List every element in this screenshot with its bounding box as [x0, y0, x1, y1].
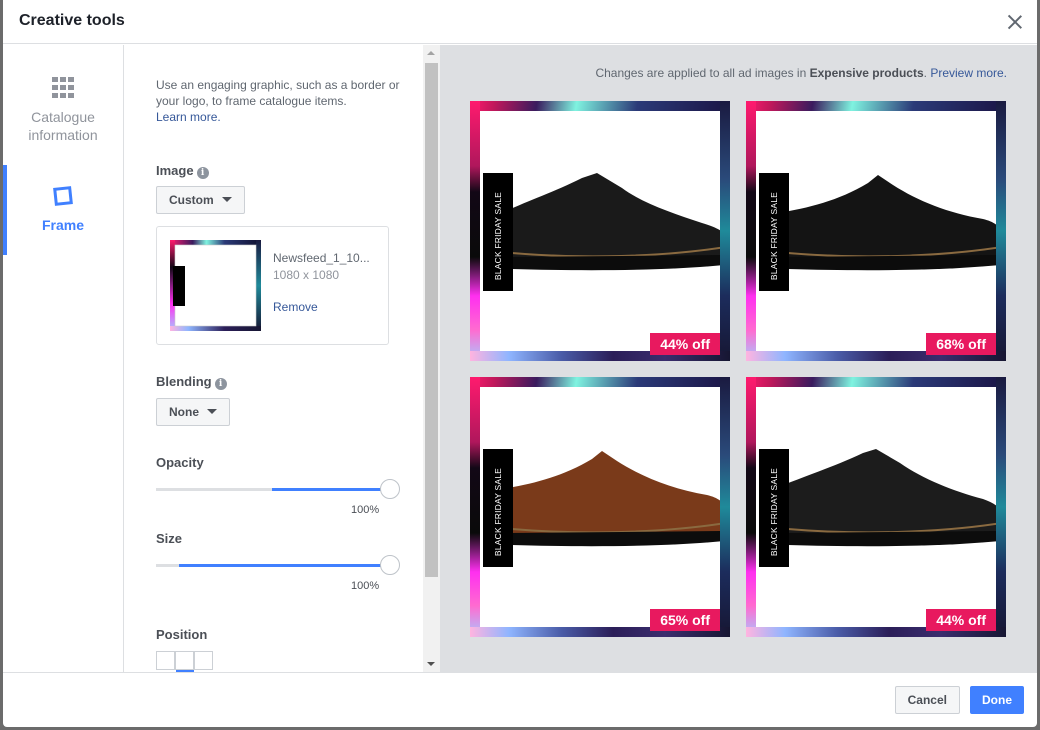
shoe-image [778, 175, 996, 271]
panel-scrollbar[interactable] [423, 45, 440, 672]
frame-border-left [746, 101, 756, 361]
discount-badge: 44% off [650, 333, 720, 355]
frame-image-card: Newsfeed_1_10... 1080 x 1080 Remove [156, 226, 389, 345]
nav-item-label: Frame [41, 217, 85, 233]
scroll-down-arrow-icon[interactable] [427, 662, 435, 666]
intro-description: Use an engaging graphic, such as a borde… [156, 78, 400, 108]
discount-badge: 68% off [926, 333, 996, 355]
shoe-image [778, 449, 996, 547]
opacity-slider[interactable] [156, 479, 400, 499]
dialog-title: Creative tools [19, 12, 125, 29]
frame-border-right [720, 377, 730, 637]
done-button[interactable]: Done [970, 686, 1024, 714]
position-grid [156, 651, 214, 672]
creative-tools-dialog: Creative tools Catalogue information Fra… [3, 0, 1037, 727]
black-friday-text: BLACK FRIDAY SALE [493, 467, 503, 557]
preview-area: Changes are applied to all ad images in … [440, 45, 1037, 672]
black-friday-banner: BLACK FRIDAY SALE [759, 173, 789, 291]
image-dropdown[interactable]: Custom [156, 186, 245, 214]
notice-text: Changes are applied to all ad images in [595, 66, 810, 80]
side-nav: Catalogue information Frame [3, 45, 124, 672]
position-cell-top-right[interactable] [194, 651, 213, 670]
blending-label: Blending i [156, 374, 227, 390]
size-slider[interactable] [156, 555, 400, 575]
image-label-text: Image [156, 163, 194, 178]
blending-dropdown[interactable]: None [156, 398, 230, 426]
position-label: Position [156, 627, 208, 642]
frame-border-left [470, 377, 480, 637]
ad-preview-card: BLACK FRIDAY SALE 44% off [470, 101, 730, 361]
info-icon[interactable]: i [196, 167, 209, 179]
black-friday-banner: BLACK FRIDAY SALE [483, 173, 513, 291]
ad-preview-card: BLACK FRIDAY SALE 44% off [746, 377, 1006, 637]
shoe-image [502, 451, 720, 547]
scroll-up-arrow-icon[interactable] [427, 51, 435, 55]
opacity-slider-knob[interactable] [380, 479, 400, 499]
ad-preview-card: BLACK FRIDAY SALE 65% off [470, 377, 730, 637]
size-label: Size [156, 531, 183, 546]
image-label: Image i [156, 163, 209, 179]
close-icon[interactable] [1005, 12, 1025, 32]
info-icon[interactable]: i [214, 378, 227, 390]
nav-item-frame[interactable]: Frame [3, 165, 123, 255]
position-cell-top-left[interactable] [156, 651, 175, 670]
product-image [756, 387, 996, 627]
frame-border-right [996, 377, 1006, 637]
dialog-footer: Cancel Done [3, 672, 1037, 727]
image-dropdown-value: Custom [169, 193, 214, 207]
black-friday-banner: BLACK FRIDAY SALE [759, 449, 789, 567]
preview-notice: Changes are applied to all ad images in … [595, 66, 1007, 80]
frame-border-left [470, 101, 480, 361]
grid-icon [52, 77, 74, 99]
preview-more-link[interactable]: Preview more. [930, 66, 1007, 80]
size-slider-knob[interactable] [380, 555, 400, 575]
black-friday-text: BLACK FRIDAY SALE [769, 467, 779, 557]
intro-text: Use an engaging graphic, such as a borde… [156, 77, 406, 125]
shoe-image [502, 173, 720, 271]
caret-down-icon [207, 409, 217, 414]
opacity-value: 100% [351, 504, 380, 516]
frame-settings-panel: Use an engaging graphic, such as a borde… [125, 45, 423, 672]
black-friday-banner: BLACK FRIDAY SALE [483, 449, 513, 567]
discount-badge: 44% off [926, 609, 996, 631]
black-friday-text: BLACK FRIDAY SALE [769, 191, 779, 281]
nav-item-label: Catalogue information [28, 109, 98, 143]
product-image [756, 111, 996, 351]
frame-border-right [720, 101, 730, 361]
blending-dropdown-value: None [169, 405, 199, 419]
ad-preview-card: BLACK FRIDAY SALE 68% off [746, 101, 1006, 361]
learn-more-link[interactable]: Learn more. [156, 110, 221, 124]
caret-down-icon [221, 197, 232, 202]
scrollbar-thumb[interactable] [425, 63, 438, 577]
frame-file-name: Newsfeed_1_10... [273, 251, 370, 265]
blending-label-text: Blending [156, 374, 212, 389]
cancel-button[interactable]: Cancel [894, 686, 960, 714]
notice-suffix: . [923, 66, 927, 80]
product-image [480, 387, 720, 627]
black-friday-text: BLACK FRIDAY SALE [493, 191, 503, 281]
opacity-label: Opacity [156, 455, 204, 470]
frame-icon [53, 186, 73, 206]
size-value: 100% [351, 580, 380, 592]
discount-badge: 65% off [650, 609, 720, 631]
dialog-header: Creative tools [3, 0, 1037, 44]
frame-dimensions: 1080 x 1080 [273, 268, 340, 282]
size-slider-fill [179, 564, 382, 567]
product-set-name: Expensive products [809, 66, 924, 80]
position-cell-top-center[interactable] [175, 651, 194, 670]
remove-frame-link[interactable]: Remove [273, 300, 318, 314]
nav-item-catalogue-information[interactable]: Catalogue information [3, 75, 123, 155]
opacity-slider-fill [272, 488, 382, 491]
frame-thumbnail [170, 240, 261, 331]
frame-border-left [746, 377, 756, 637]
frame-border-right [996, 101, 1006, 361]
product-image [480, 111, 720, 351]
